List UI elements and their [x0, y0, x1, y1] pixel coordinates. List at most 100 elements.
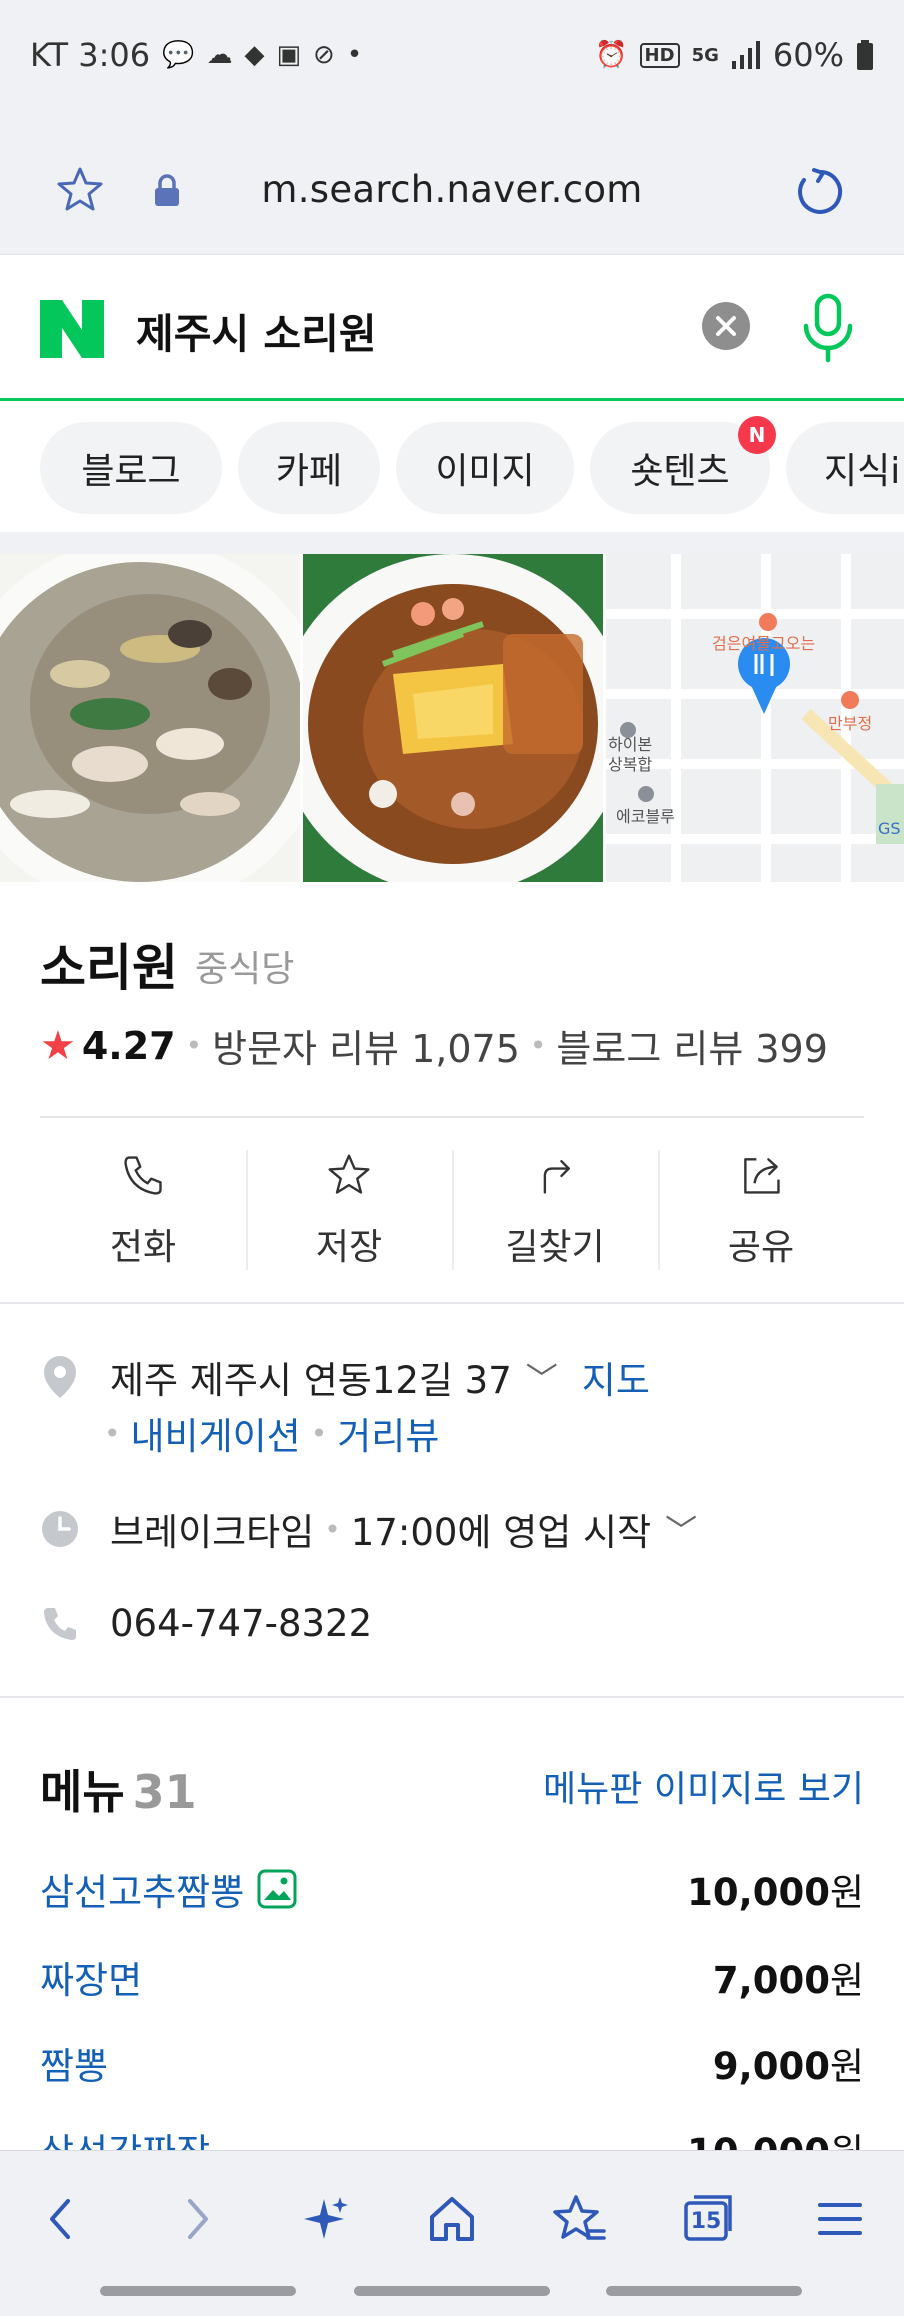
save-button[interactable]: 저장 — [246, 1150, 452, 1270]
action-buttons: 전화 저장 길찾기 공유 — [40, 1150, 864, 1270]
section-divider — [0, 532, 904, 554]
location-pin-icon — [44, 1356, 76, 1398]
menu-item-name: 삼선고추짬뽕 — [40, 1871, 245, 1914]
food-photo-cold-noodles[interactable] — [303, 554, 603, 882]
new-badge: N — [738, 416, 776, 454]
action-label: 공유 — [727, 1227, 795, 1268]
signal-icon — [731, 41, 760, 69]
phone-icon — [124, 1156, 162, 1195]
tab-blog[interactable]: 블로그 — [40, 422, 222, 514]
separator-dot: • — [529, 1029, 547, 1062]
clear-search-button[interactable] — [702, 302, 750, 350]
price-unit: 원 — [829, 1871, 864, 1914]
share-button[interactable]: 공유 — [658, 1150, 864, 1270]
chevron-down-icon[interactable]: ﹀ — [526, 1354, 558, 1400]
tab-images[interactable]: 이미지 — [396, 422, 574, 514]
search-tabs: 블로그 카페 이미지 숏텐츠 N 지식i — [0, 404, 904, 532]
directions-button[interactable]: 길찾기 — [452, 1150, 658, 1270]
tab-label: 숏텐츠 — [630, 451, 730, 492]
map-link[interactable]: 지도 — [582, 1350, 650, 1404]
navigation-link[interactable]: 내비게이션 — [131, 1406, 301, 1460]
tabs-button[interactable]: 15 — [680, 2191, 736, 2247]
menu-item[interactable]: 짬뽕 9,000원 — [40, 2036, 864, 2090]
map-label: 검은여물고오는 — [712, 634, 815, 653]
call-button[interactable]: 전화 — [40, 1150, 246, 1270]
cloud-icon: ☁ — [206, 40, 233, 70]
battery-icon — [857, 40, 873, 70]
map-thumbnail[interactable]: 검은여물고오는 만부정 하이본 상복합 에코블루 GS — [606, 554, 904, 882]
search-input[interactable]: 제주시 소리원 — [136, 300, 377, 360]
tabs-count: 15 — [690, 2209, 722, 2234]
back-icon[interactable] — [34, 2191, 90, 2247]
menu-icon[interactable] — [812, 2191, 868, 2247]
food-photo-soup[interactable] — [0, 554, 300, 882]
place-name: 소리원 — [40, 939, 178, 997]
bookmarks-icon[interactable] — [552, 2191, 608, 2247]
menu-heading: 메뉴 31 — [40, 1756, 197, 1822]
clock-icon — [42, 1511, 78, 1547]
star-icon — [328, 1154, 370, 1194]
tab-knowledge[interactable]: 지식i — [786, 422, 904, 514]
soup-image — [0, 554, 300, 882]
tab-cafe[interactable]: 카페 — [238, 422, 380, 514]
voice-search-icon[interactable] — [800, 292, 856, 364]
phone-number[interactable]: 064-747-8322 — [110, 1602, 372, 1645]
price-number: 10,000 — [687, 1871, 830, 1914]
map-label: 만부정 — [828, 714, 872, 733]
price-unit: 원 — [829, 2045, 864, 2088]
address-links-row: • 내비게이션 • 거리뷰 — [104, 1406, 439, 1460]
hours-row[interactable]: 브레이크타임 • 17:00에 영업 시작 ﹀ — [40, 1502, 697, 1556]
divider-line — [0, 1302, 904, 1304]
separator-dot: • — [185, 1029, 203, 1062]
action-label: 길찾기 — [505, 1227, 605, 1268]
gesture-bar[interactable] — [100, 2286, 296, 2296]
carrier-time: KT 3:06 — [30, 36, 151, 74]
map-label: GS — [878, 819, 901, 838]
map-image: 검은여물고오는 만부정 하이본 상복합 에코블루 GS — [606, 554, 904, 882]
street-view-link[interactable]: 거리뷰 — [337, 1406, 439, 1460]
sparkle-icon[interactable] — [296, 2191, 352, 2247]
menu-item-price: 10,000원 — [687, 1862, 864, 1916]
tab-label: 지식i — [824, 451, 901, 492]
separator-dot: • — [310, 1416, 328, 1450]
share-icon — [744, 1158, 780, 1194]
gesture-bar[interactable] — [606, 2286, 802, 2296]
price-number: 9,000 — [712, 2045, 830, 2088]
rating-row: ★ 4.27 • 방문자 리뷰 1,075 • 블로그 리뷰 399 — [40, 1018, 828, 1073]
forward-icon[interactable] — [168, 2191, 224, 2247]
menu-item-name-wrap: 삼선고추짬뽕 — [40, 1862, 298, 1916]
separator-dot: • — [104, 1416, 121, 1450]
naver-logo-icon[interactable] — [40, 300, 104, 358]
blog-review-count[interactable]: 블로그 리뷰 399 — [556, 1018, 828, 1073]
menu-item[interactable]: 짜장면 7,000원 — [40, 1950, 864, 2004]
url-text[interactable]: m.search.naver.com — [0, 168, 904, 211]
menu-item[interactable]: 삼선고추짬뽕 10,000원 — [40, 1862, 864, 1916]
reload-icon[interactable] — [792, 166, 844, 218]
chat-bubble-icon: 💬 — [162, 40, 195, 70]
address-text[interactable]: 제주 제주시 연동12길 37 — [110, 1350, 512, 1404]
hd-icon: HD — [639, 42, 680, 68]
noodle-image — [303, 554, 603, 882]
menu-count: 31 — [132, 1765, 197, 1819]
gesture-bar[interactable] — [354, 2286, 550, 2296]
menu-item-price: 7,000원 — [713, 1950, 864, 2004]
photo-icon — [257, 1869, 297, 1909]
rating-value: 4.27 — [81, 1023, 176, 1068]
menu-image-link[interactable]: 메뉴판 이미지로 보기 — [543, 1760, 864, 1812]
alarm-icon: ⏰ — [595, 40, 628, 70]
home-icon[interactable] — [424, 2191, 480, 2247]
price-unit: 원 — [829, 1959, 864, 2002]
menu-item-name: 짬뽕 — [40, 2045, 109, 2088]
action-label: 저장 — [315, 1227, 383, 1268]
photo-strip: 검은여물고오는 만부정 하이본 상복합 에코블루 GS — [0, 554, 904, 882]
map-label: 에코블루 — [616, 807, 675, 826]
visitor-review-count[interactable]: 방문자 리뷰 1,075 — [212, 1018, 520, 1073]
chevron-down-icon[interactable]: ﹀ — [665, 1506, 697, 1552]
address-row: 제주 제주시 연동12길 37 ﹀ 지도 — [40, 1350, 650, 1404]
more-dot: • — [346, 40, 363, 70]
price-number: 7,000 — [712, 1959, 830, 2002]
separator-dot: • — [324, 1512, 341, 1546]
divider-line — [0, 1696, 904, 1698]
ticket-icon: ◆ — [244, 40, 265, 70]
phone-row[interactable]: 064-747-8322 — [40, 1600, 372, 1646]
